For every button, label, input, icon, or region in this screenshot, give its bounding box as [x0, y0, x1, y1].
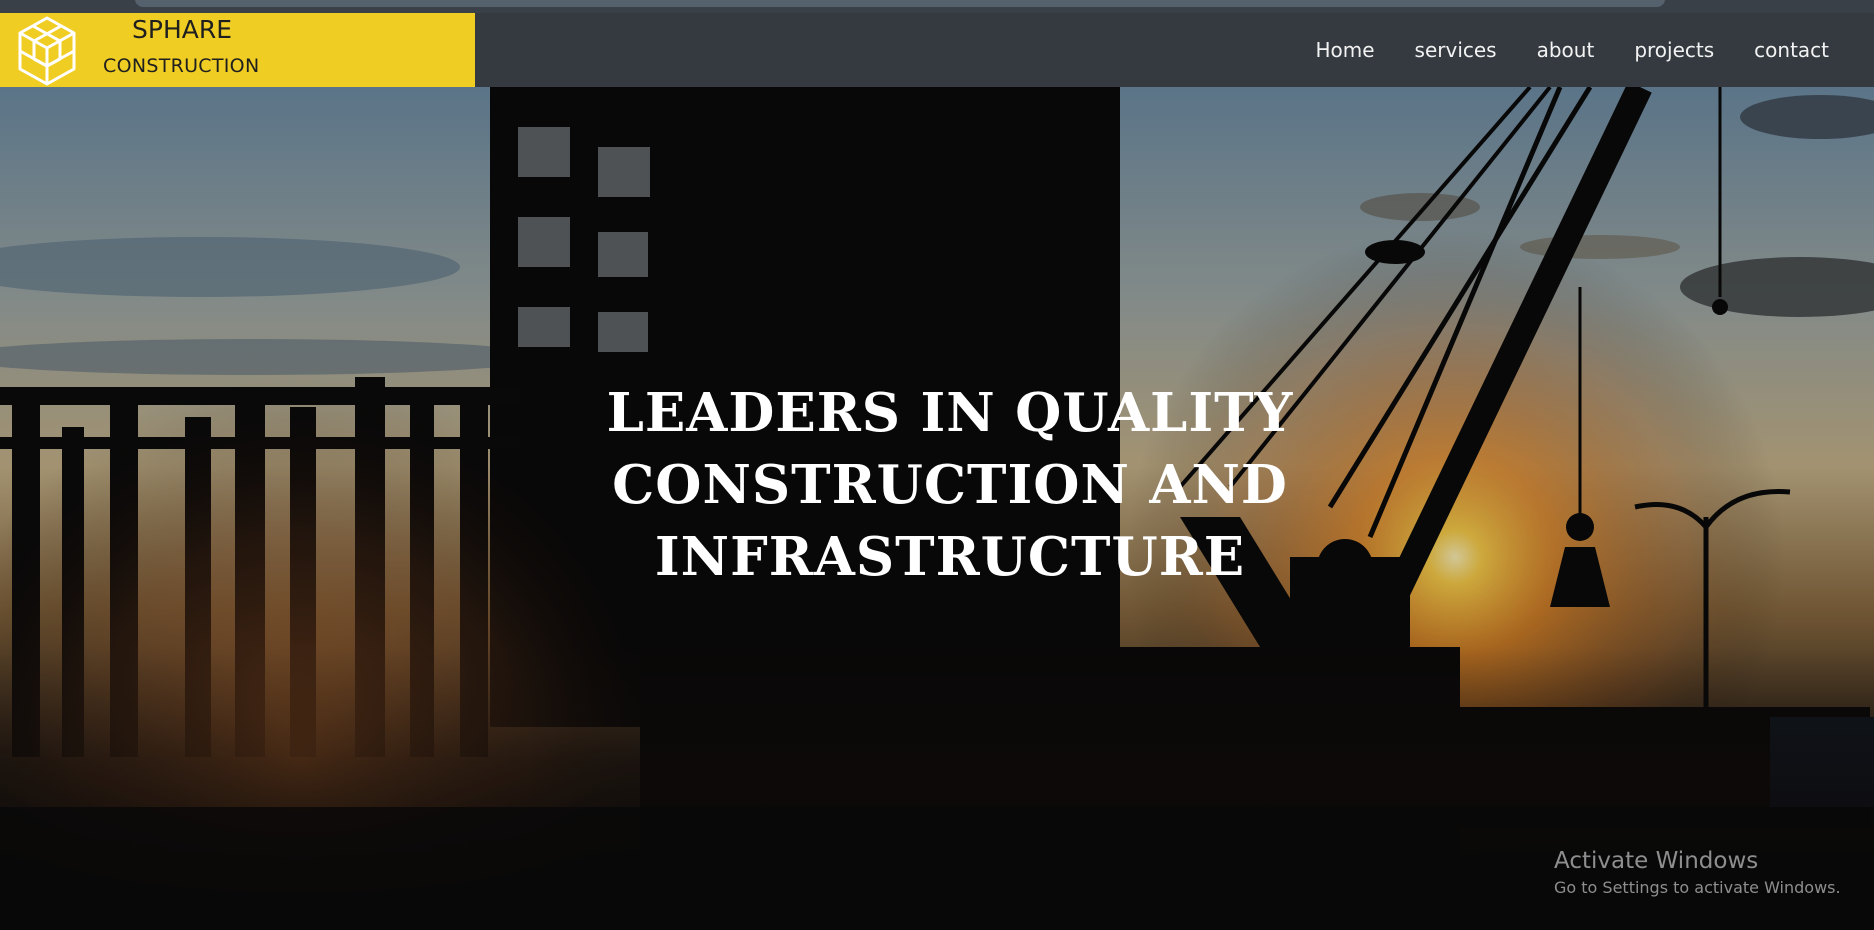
nav-contact[interactable]: contact: [1754, 38, 1829, 62]
hero-headline-line-2: CONSTRUCTION AND: [612, 454, 1288, 516]
main-nav: Home services about projects contact: [1315, 13, 1829, 87]
hero-section: LEADERS IN QUALITY CONSTRUCTION AND INFR…: [0, 87, 1874, 930]
brand-subtitle: CONSTRUCTION: [103, 55, 260, 77]
brand[interactable]: SPHARE CONSTRUCTION: [0, 13, 475, 87]
hero-headline-line-1: LEADERS IN QUALITY: [606, 382, 1294, 444]
browser-tab-edge: [135, 0, 1665, 7]
hexagon-cube-logo-icon: [18, 16, 76, 86]
nav-about[interactable]: about: [1537, 38, 1595, 62]
browser-top-strip: [0, 0, 1874, 13]
watermark-subtitle: Go to Settings to activate Windows.: [1554, 878, 1841, 897]
nav-projects[interactable]: projects: [1634, 38, 1714, 62]
nav-home[interactable]: Home: [1315, 38, 1374, 62]
hero-headline: LEADERS IN QUALITY CONSTRUCTION AND INFR…: [0, 377, 1874, 593]
nav-services[interactable]: services: [1415, 38, 1497, 62]
hero-headline-line-3: INFRASTRUCTURE: [654, 526, 1246, 588]
navbar: SPHARE CONSTRUCTION Home services about …: [0, 13, 1874, 87]
brand-name: SPHARE: [132, 15, 233, 44]
windows-activation-watermark: Activate Windows Go to Settings to activ…: [1554, 848, 1841, 897]
watermark-title: Activate Windows: [1554, 848, 1759, 874]
